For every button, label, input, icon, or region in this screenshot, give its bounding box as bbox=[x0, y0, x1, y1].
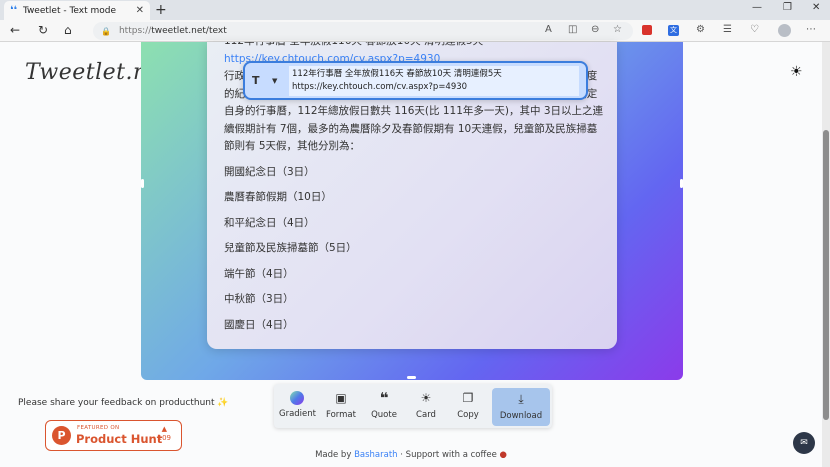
copy-label: Copy bbox=[457, 410, 479, 420]
maximize-icon[interactable]: ❐ bbox=[783, 2, 792, 13]
card-button[interactable]: ☀ Card bbox=[408, 384, 444, 428]
holiday-item: 開國紀念日（3日） bbox=[224, 165, 315, 178]
vote-count: 109 bbox=[157, 434, 171, 442]
download-button[interactable]: ⤓ Download bbox=[492, 388, 550, 426]
address-toolbar: ← ↻ ⌂ 🔒 https:// tweetlet.net/text A ◫ ⊖… bbox=[0, 20, 830, 42]
quote-icon: ❝ bbox=[379, 389, 389, 407]
card-first-line: 112年行事曆 全年放假116天 春節放10天 清明連假5天 bbox=[224, 42, 604, 51]
page-scrollbar[interactable] bbox=[822, 42, 830, 467]
collections-icon[interactable]: ☰ bbox=[723, 24, 732, 35]
tab-title: Tweetlet - Text mode bbox=[22, 5, 117, 16]
coffee-icon: ● bbox=[499, 450, 507, 460]
text-editor-popover: T ▼ bbox=[243, 61, 588, 100]
back-icon[interactable]: ← bbox=[10, 23, 20, 37]
mail-icon[interactable]: ✉ bbox=[793, 432, 815, 454]
producthunt-logo-icon: P bbox=[52, 426, 71, 445]
browser-essentials-icon[interactable]: ♡ bbox=[750, 24, 759, 35]
card-label: Card bbox=[416, 410, 436, 420]
producthunt-badge[interactable]: P FEATURED ON Product Hunt ▲ 109 bbox=[45, 420, 182, 451]
url-protocol: https:// bbox=[118, 26, 152, 36]
close-window-icon[interactable]: ✕ bbox=[812, 2, 820, 13]
holiday-item: 國慶日（4日） bbox=[224, 318, 294, 331]
footer-support[interactable]: · Support with a coffee bbox=[398, 450, 497, 460]
immersive-reader-icon[interactable]: ◫ bbox=[568, 24, 577, 35]
chevron-down-icon[interactable]: ▼ bbox=[272, 77, 277, 85]
editor-toolbar: Gradient ▣ Format ❝ Quote ☀ Card ❐ Copy … bbox=[274, 384, 552, 428]
resize-handle-right[interactable] bbox=[680, 179, 683, 188]
scrollbar-thumb[interactable] bbox=[823, 130, 829, 420]
format-icon: ▣ bbox=[335, 391, 347, 405]
lock-icon: 🔒 bbox=[101, 26, 111, 36]
text-editor-input[interactable] bbox=[289, 66, 579, 96]
holiday-item: 農曆春節假期（10日） bbox=[224, 191, 332, 203]
text-format-icon[interactable]: T bbox=[252, 74, 260, 87]
holiday-item: 中秋節（3日） bbox=[224, 293, 294, 305]
favorites-icon[interactable]: ☆ bbox=[613, 24, 622, 35]
sun-icon: ☀ bbox=[420, 391, 432, 405]
download-icon: ⤓ bbox=[518, 392, 524, 406]
extension-red-icon[interactable] bbox=[642, 25, 652, 35]
upvote-icon: ▲ bbox=[161, 425, 167, 433]
zoom-icon[interactable]: ⊖ bbox=[591, 24, 599, 35]
refresh-icon[interactable]: ↻ bbox=[38, 23, 48, 37]
copy-button[interactable]: ❐ Copy bbox=[450, 384, 486, 428]
producthunt-votes: ▲ 109 bbox=[158, 425, 171, 443]
resize-handle-left[interactable] bbox=[141, 179, 144, 188]
theme-toggle-sun-icon[interactable]: ☀ bbox=[790, 64, 803, 80]
quote-button[interactable]: ❝ Quote bbox=[366, 384, 402, 428]
more-icon[interactable]: ⋯ bbox=[806, 24, 816, 35]
footer-made-by: Made by bbox=[315, 450, 355, 460]
format-button[interactable]: ▣ Format bbox=[323, 384, 359, 428]
home-icon[interactable]: ⌂ bbox=[64, 23, 72, 37]
address-bar[interactable]: 🔒 https:// tweetlet.net/text bbox=[93, 22, 633, 40]
producthunt-featured: FEATURED ON bbox=[77, 425, 120, 431]
tweetlet-favicon-icon: ❛❛ bbox=[10, 5, 17, 16]
holiday-item: 端午節（4日） bbox=[224, 267, 294, 280]
translate-extension-icon[interactable]: 文 bbox=[668, 25, 679, 36]
gradient-icon bbox=[290, 391, 304, 405]
resize-handle-bottom[interactable] bbox=[407, 376, 416, 379]
new-tab-icon[interactable]: + bbox=[155, 2, 167, 18]
copy-icon: ❐ bbox=[462, 391, 474, 405]
format-label: Format bbox=[326, 410, 356, 420]
quote-label: Quote bbox=[371, 410, 397, 420]
footer: Made by Basharath · Support with a coffe… bbox=[0, 450, 822, 460]
close-tab-icon[interactable]: ✕ bbox=[136, 5, 144, 16]
producthunt-name: Product Hunt bbox=[76, 432, 163, 446]
author-link[interactable]: Basharath bbox=[354, 450, 398, 460]
download-label: Download bbox=[499, 411, 543, 421]
holiday-item: 和平紀念日（4日） bbox=[224, 216, 315, 229]
holiday-item: 兒童節及民族掃墓節（5日） bbox=[224, 242, 357, 254]
extensions-icon[interactable]: ⚙ bbox=[696, 24, 705, 35]
read-aloud-icon[interactable]: A bbox=[545, 24, 552, 35]
profile-icon[interactable] bbox=[778, 24, 791, 37]
browser-tab-bar: ❛❛ Tweetlet - Text mode ✕ + — ❐ ✕ bbox=[0, 0, 830, 20]
url-host: tweetlet.net/text bbox=[151, 26, 227, 36]
minimize-icon[interactable]: — bbox=[752, 2, 762, 13]
feedback-text: Please share your feedback on producthun… bbox=[18, 398, 229, 408]
gradient-label: Gradient bbox=[279, 409, 316, 419]
gradient-button[interactable]: Gradient bbox=[279, 384, 316, 428]
browser-tab[interactable]: ❛❛ Tweetlet - Text mode ✕ bbox=[4, 1, 150, 20]
